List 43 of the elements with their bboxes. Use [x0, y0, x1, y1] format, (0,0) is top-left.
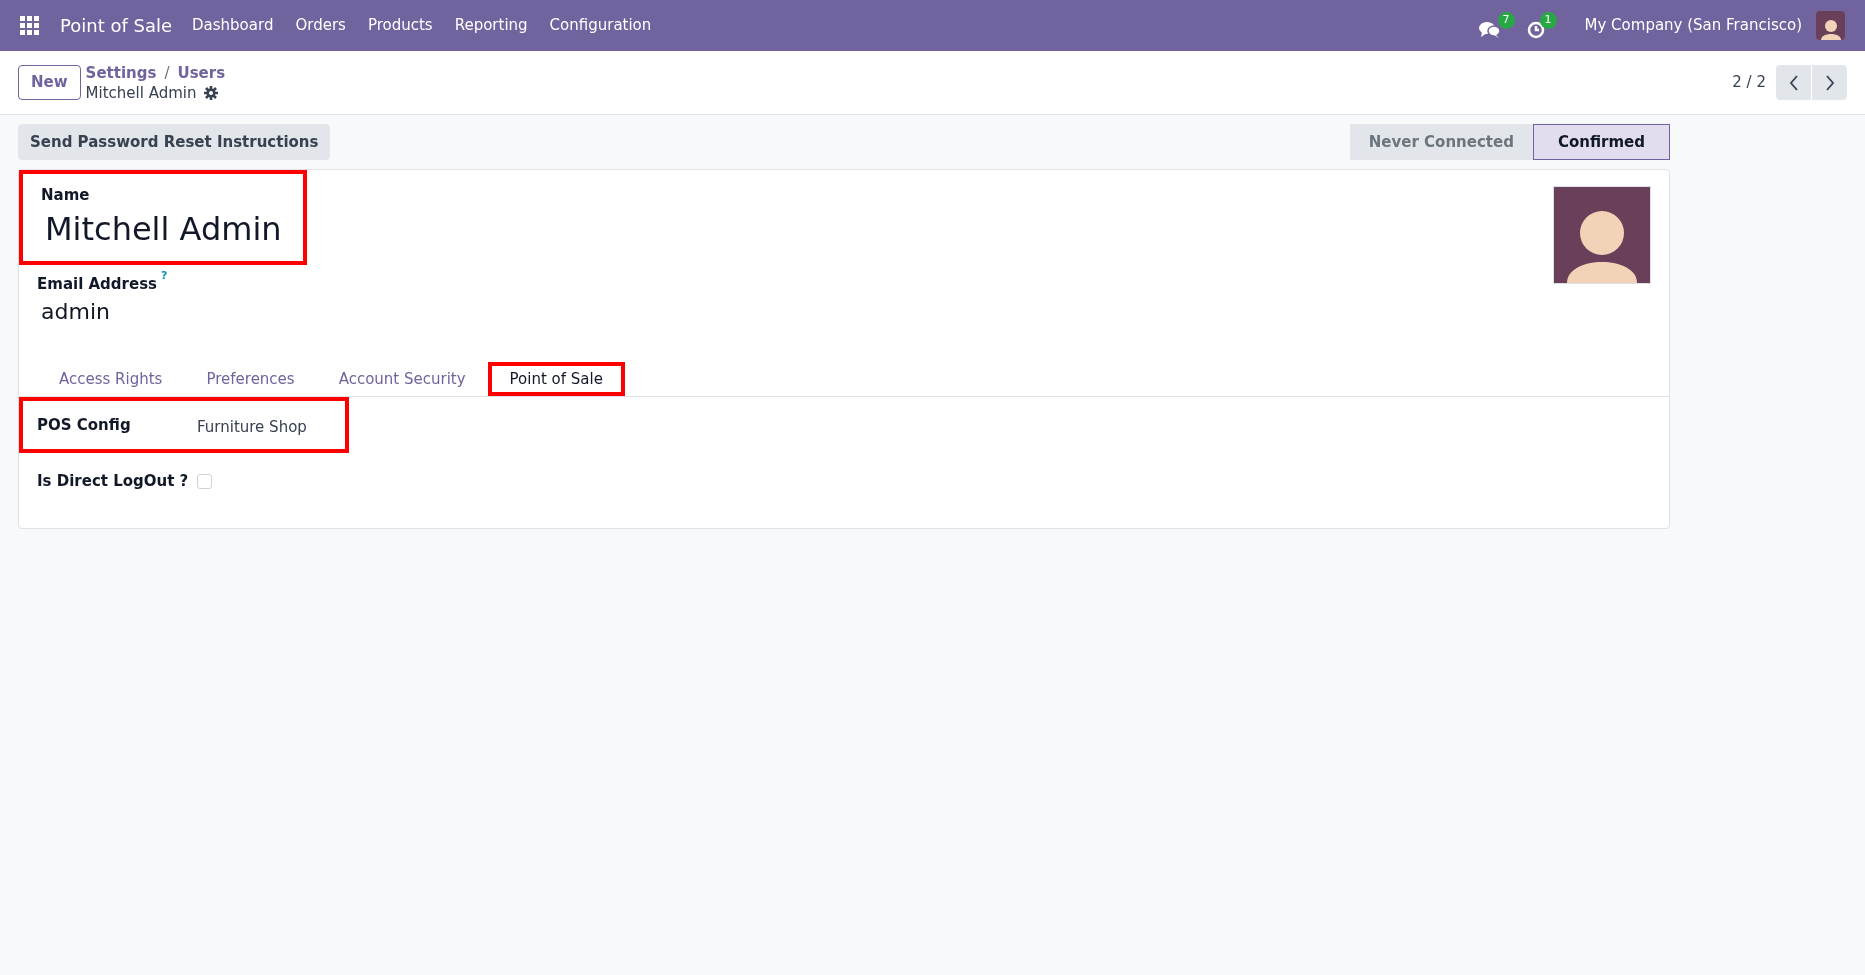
chevron-left-icon [1788, 74, 1799, 91]
menu-item[interactable]: Reporting [454, 14, 528, 37]
chevron-right-icon [1824, 74, 1835, 91]
new-button[interactable]: New [18, 65, 81, 100]
menu-item[interactable]: Products [367, 14, 433, 37]
previous-button[interactable] [1776, 65, 1811, 100]
name-field[interactable]: Mitchell Admin [41, 206, 285, 251]
user-photo[interactable] [1553, 186, 1651, 284]
help-tooltip[interactable]: ? [161, 269, 168, 282]
menu-item[interactable]: Dashboard [192, 14, 274, 37]
activities-button[interactable]: 1 [1526, 12, 1557, 39]
next-button[interactable] [1812, 65, 1847, 100]
tab[interactable]: Account Security [316, 362, 488, 396]
tab[interactable]: Preferences [184, 362, 317, 396]
user-avatar[interactable] [1816, 11, 1845, 40]
email-field[interactable]: admin [37, 295, 1553, 329]
field-label: Is Direct LogOut ? [37, 470, 190, 492]
field-label: Email Address [37, 273, 157, 295]
field-label: POS Config [37, 414, 132, 436]
action-button[interactable]: Send Password Reset Instructions [18, 124, 331, 160]
chat-icon [1478, 21, 1501, 39]
status-stage[interactable]: Never Connected [1349, 124, 1533, 160]
field-label: Name [41, 185, 91, 206]
tab[interactable]: Access Rights [37, 362, 185, 396]
status-stage[interactable]: Confirmed [1532, 124, 1670, 160]
pager-value: 2 / 2 [1732, 72, 1766, 94]
breadcrumb-link[interactable]: Users [177, 62, 226, 83]
apps-menu-icon[interactable] [20, 15, 40, 36]
company-switcher[interactable]: My Company (San Francisco) [1584, 14, 1802, 37]
app-name[interactable]: Point of Sale [60, 12, 173, 39]
record-title: Mitchell Admin [85, 82, 197, 103]
pos-config-field[interactable]: Furniture Shop [197, 415, 307, 439]
count-badge: 1 [1539, 12, 1557, 29]
tab[interactable]: Point of Sale [487, 362, 625, 396]
clock-icon [1526, 21, 1545, 39]
checkbox[interactable] [197, 473, 212, 489]
menu-item[interactable]: Configuration [549, 14, 652, 37]
settings-icon[interactable] [204, 85, 219, 100]
breadcrumb-separator: / [164, 62, 170, 83]
menu-item[interactable]: Orders [295, 14, 346, 37]
messages-button[interactable]: 7 [1478, 12, 1515, 39]
breadcrumb-link[interactable]: Settings [85, 62, 157, 83]
count-badge: 7 [1497, 12, 1515, 29]
